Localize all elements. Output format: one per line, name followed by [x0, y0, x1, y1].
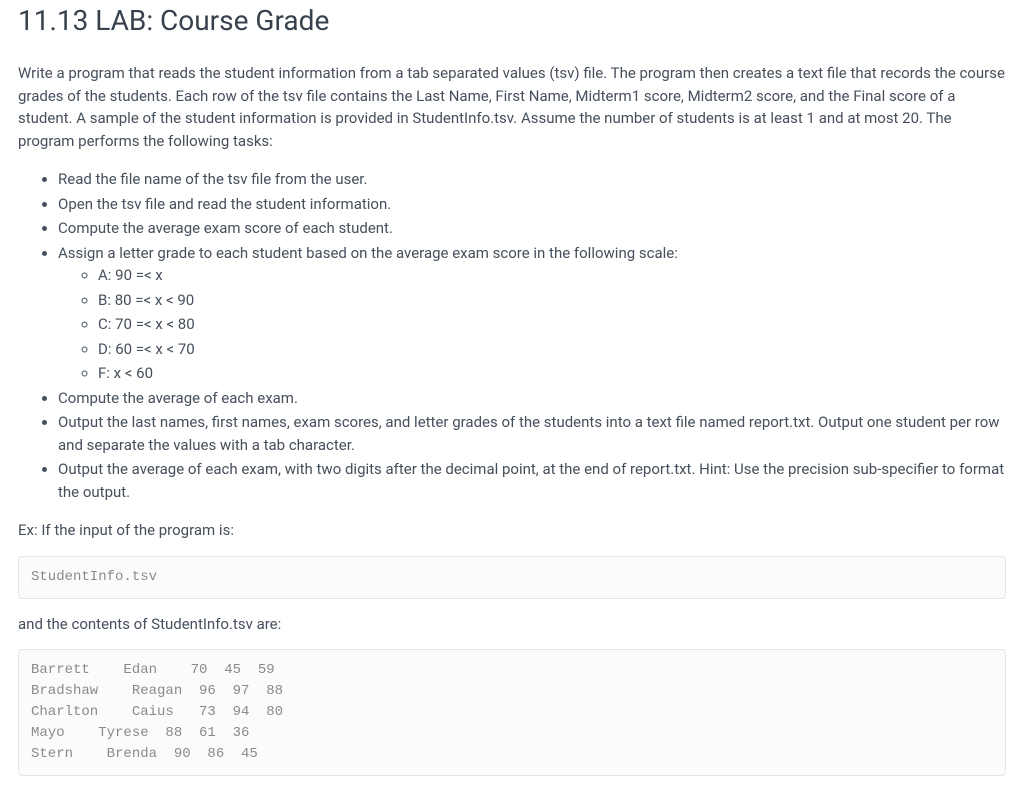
task-item: Output the last names, first names, exam… [58, 411, 1006, 456]
grade-scale-item: F: x < 60 [98, 362, 1006, 385]
code-block-tsv: Barrett Edan 70 45 59 Bradshaw Reagan 96… [18, 649, 1006, 776]
task-item: Open the tsv file and read the student i… [58, 193, 1006, 216]
task-list: Read the file name of the tsv file from … [18, 168, 1006, 503]
task-item: Assign a letter grade to each student ba… [58, 242, 1006, 385]
task-item: Output the average of each exam, with tw… [58, 458, 1006, 503]
grade-scale-list: A: 90 =< x B: 80 =< x < 90 C: 70 =< x < … [58, 264, 1006, 385]
example-label: Ex: If the input of the program is: [18, 519, 1006, 542]
task-item: Read the file name of the tsv file from … [58, 168, 1006, 191]
intro-paragraph: Write a program that reads the student i… [18, 62, 1006, 152]
task-item: Compute the average exam score of each s… [58, 217, 1006, 240]
grade-scale-item: D: 60 =< x < 70 [98, 338, 1006, 361]
page-title: 11.13 LAB: Course Grade [18, 0, 1006, 42]
grade-scale-item: C: 70 =< x < 80 [98, 313, 1006, 336]
grade-scale-item: B: 80 =< x < 90 [98, 289, 1006, 312]
grade-scale-item: A: 90 =< x [98, 264, 1006, 287]
code-block-input: StudentInfo.tsv [18, 556, 1006, 599]
task-item-text: Assign a letter grade to each student ba… [58, 244, 678, 262]
task-item: Compute the average of each exam. [58, 387, 1006, 410]
example-label: and the contents of StudentInfo.tsv are: [18, 613, 1006, 636]
